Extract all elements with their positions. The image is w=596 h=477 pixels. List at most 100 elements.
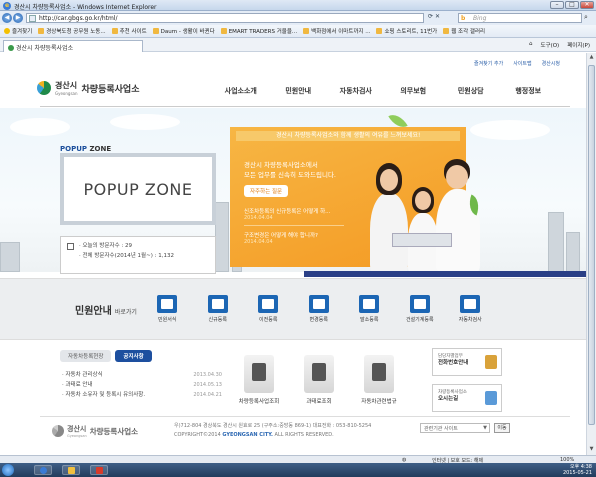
tools-menu[interactable]: 도구(O)	[540, 41, 559, 49]
start-button[interactable]	[2, 464, 14, 476]
city-hall-link[interactable]: 경산시청	[542, 60, 560, 67]
back-button[interactable]: ◀	[2, 13, 12, 23]
tile-fine-lookup[interactable]: 과태료조회	[292, 355, 346, 405]
face	[446, 165, 468, 189]
forms-icon	[157, 295, 178, 313]
divider	[244, 225, 344, 226]
banner-line-1: 경산시 차량등록사업소에서	[244, 161, 318, 169]
maximize-button[interactable]: □	[565, 1, 579, 9]
scroll-up-icon[interactable]: ▲	[588, 54, 595, 62]
nav-item-civil-guide[interactable]: 민원안내	[270, 86, 328, 96]
nav-divider	[40, 106, 570, 107]
favorite-icon	[152, 28, 159, 34]
list-item[interactable]: · 자동차 소유자 및 등록시 유의사항. 2014.04.21	[62, 390, 222, 400]
magnifier-icon	[359, 295, 380, 313]
favorite-link[interactable]: 경상북도청 공무원 노동...	[38, 27, 106, 35]
related-sites-select[interactable]: 관련기관 사이트 ▼	[420, 423, 490, 433]
faq-button[interactable]: 자주하는 질문	[244, 185, 289, 197]
home-icon[interactable]: ⌂	[529, 41, 533, 49]
vertical-scrollbar[interactable]: ▲ ▼	[586, 53, 596, 455]
address-field[interactable]: http://car.gbgs.go.kr/html/	[26, 13, 424, 23]
tile-vehicle-lookup[interactable]: 차량등록사업조회	[232, 355, 286, 405]
counter-icon	[67, 243, 74, 250]
footer-address: 우)712-804 경상북도 경산시 원효로 25 (구주소:중방동 869-1…	[174, 423, 372, 438]
forward-button[interactable]: ▶	[13, 13, 23, 23]
quick-link-cancel[interactable]: 말소등록	[344, 295, 395, 323]
scroll-down-icon[interactable]: ▼	[588, 446, 595, 454]
favorite-link[interactable]: 웹 조각 갤러리	[443, 27, 485, 35]
refresh-icon[interactable]: ⟳	[428, 13, 435, 20]
search-input[interactable]: b Bing	[458, 13, 582, 23]
favorite-link[interactable]: EMART TRADERS 거울을...	[220, 27, 297, 35]
footer-divider	[40, 416, 570, 417]
go-button[interactable]: 이동	[494, 423, 510, 433]
taskbar-app[interactable]	[90, 465, 108, 475]
visitor-counter: · 오늘의 방문자수 : 29 · 전체 방문자수(2014년 1월~) : 1…	[60, 236, 216, 274]
page-menu[interactable]: 페이지(P)	[567, 41, 590, 49]
calculator-icon	[304, 355, 334, 393]
favorite-link[interactable]: 쇼핑 스토리트, 11번가	[376, 27, 437, 35]
tab-registration-site[interactable]: 자동차등록현장	[60, 350, 112, 362]
nav-item-consult[interactable]: 민원상담	[442, 86, 500, 96]
service-tiles: 차량등록사업조회 과태료조회 자동차관련법규	[232, 355, 406, 405]
popup-zone-title: POPUP ZONE	[60, 145, 112, 153]
favorites-button[interactable]: 즐겨찾기	[4, 27, 32, 35]
site-logo[interactable]: 경산시 Gyeongsan 차량등록사업소	[37, 80, 140, 96]
chevron-down-icon: ▼	[483, 425, 487, 431]
faq-item[interactable]: 신조차등록의 신규등록은 어떻게 하... 2014.04.04	[244, 207, 330, 221]
command-bar: ⌂ 도구(O) 페이지(P)	[529, 41, 590, 49]
list-item[interactable]: · 자동차 관리상식 2013.04.30	[62, 370, 222, 380]
quick-links-title: 민원안내 바로가기	[75, 306, 137, 317]
faq-item[interactable]: 구조변경은 어떻게 해야 합니까? 2014.04.04	[244, 231, 318, 245]
stop-icon[interactable]: ✕	[435, 13, 442, 20]
taskbar-explorer[interactable]	[62, 465, 80, 475]
monitor-icon	[207, 295, 228, 313]
phone-icon	[485, 355, 497, 369]
close-button[interactable]: ✕	[580, 1, 594, 9]
favorite-icon	[443, 28, 450, 34]
building	[566, 232, 580, 272]
cloud	[10, 118, 70, 136]
quick-link-new-registration[interactable]: 신규등록	[193, 295, 244, 323]
quick-link-change[interactable]: 변경등록	[294, 295, 345, 323]
favorite-icon	[220, 28, 227, 34]
favorite-link[interactable]: 추천 사이트	[111, 27, 147, 35]
search-placeholder: Bing	[473, 15, 487, 22]
list-item[interactable]: · 과태료 안내 2014.05.13	[62, 380, 222, 390]
nav-item-inspection[interactable]: 자동차검사	[327, 86, 385, 96]
scroll-thumb[interactable]	[588, 65, 595, 425]
family-photo	[362, 155, 498, 277]
favorite-icon	[303, 28, 310, 34]
tab-notices[interactable]: 공지사항	[115, 350, 152, 362]
sitemap-link[interactable]: 사이트맵	[513, 60, 531, 67]
popup-zone[interactable]: POPUP ZONE	[60, 153, 216, 225]
nav-item-about[interactable]: 사업소소개	[212, 86, 270, 96]
building	[215, 202, 229, 272]
directions-box[interactable]: 차량등록사업소 오시는길	[432, 384, 502, 412]
quick-link-inspection[interactable]: 자동차검사	[445, 295, 496, 323]
banner-headline: 경산시 차량등록사업소와 함께 생활의 여유를 느껴보세요!	[236, 131, 460, 141]
favorite-link[interactable]: 백화점에서 이마트까지 ...	[303, 27, 370, 35]
banner-line-2: 모든 업무를 신속히 도와드립니다.	[244, 171, 336, 179]
nav-item-admin-info[interactable]: 행정정보	[500, 86, 558, 96]
favorites-bar: 즐겨찾기 경상북도청 공무원 노동... 추천 사이트 Daum - 생활이 바…	[0, 25, 596, 38]
system-clock[interactable]: 오후 4:38 2015-05-21	[563, 464, 592, 476]
clock-date: 2015-05-21	[562, 470, 592, 476]
quick-link-transfer[interactable]: 이전등록	[243, 295, 294, 323]
favorite-link[interactable]: Daum - 생활이 바뀐다	[152, 27, 215, 35]
taskbar-ie[interactable]	[34, 465, 52, 475]
nav-item-insurance[interactable]: 의무보험	[385, 86, 443, 96]
search-icon[interactable]: ⌕	[584, 13, 588, 22]
add-favorite-link[interactable]: 즐겨찾기 추가	[474, 60, 503, 67]
quick-link-construction[interactable]: 건설기계등록	[395, 295, 446, 323]
window-controls: – □ ✕	[550, 1, 594, 9]
phone-directory-box[interactable]: 담당자별업무 전화번호안내	[432, 348, 502, 376]
minimize-button[interactable]: –	[550, 1, 564, 9]
quick-link-forms[interactable]: 민원서식	[142, 295, 193, 323]
face	[380, 169, 398, 191]
tab-current[interactable]: 경산시 차량등록사업소	[3, 40, 143, 52]
cloud	[470, 120, 550, 140]
building	[0, 242, 20, 272]
map-icon	[485, 391, 497, 405]
tile-vehicle-law[interactable]: 자동차관련법규	[352, 355, 406, 405]
